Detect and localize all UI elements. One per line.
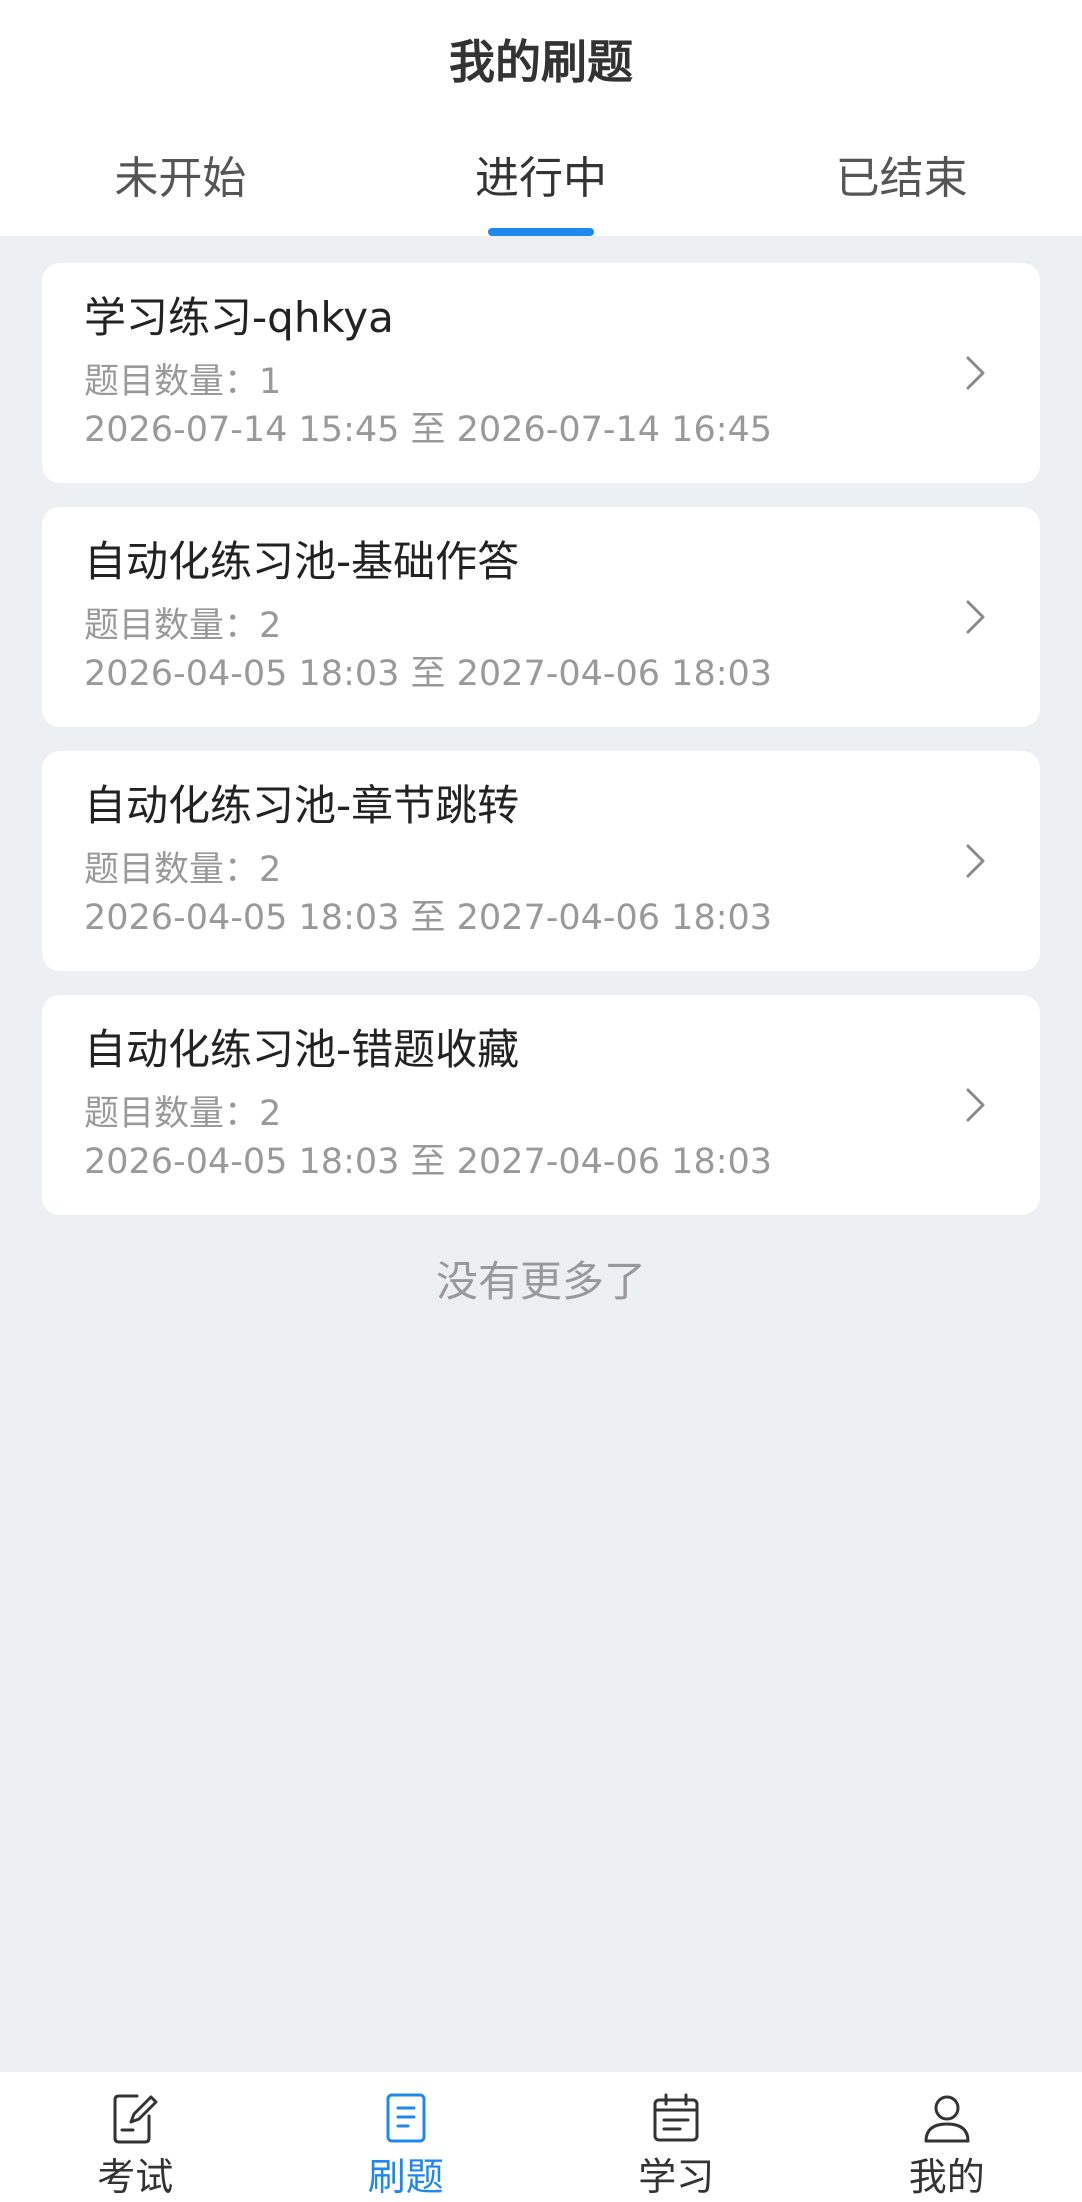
chevron-right-icon: [966, 356, 985, 390]
no-more-text: 没有更多了: [435, 1257, 646, 1306]
tab-not-started[interactable]: 未开始: [0, 150, 361, 236]
practice-card[interactable]: 学习练习-qhkya 题目数量：1 2026-07-14 15:45 至 202…: [42, 263, 1040, 483]
question-count: 题目数量：2: [84, 1094, 282, 1134]
header: 我的刷题 未开始 进行中 已结束: [0, 0, 1082, 236]
time-range: 2026-04-05 18:03 至 2027-04-06 18:03: [84, 654, 773, 694]
tabbar-item-study[interactable]: 学习: [541, 2072, 812, 2202]
time-range: 2026-04-05 18:03 至 2027-04-06 18:03: [84, 1142, 773, 1182]
tabbar-item-practice[interactable]: 刷题: [271, 2072, 542, 2202]
practice-document-icon: [386, 2093, 426, 2143]
tab-label: 进行中: [475, 153, 607, 204]
practice-card[interactable]: 自动化练习池-基础作答 题目数量：2 2026-04-05 18:03 至 20…: [42, 507, 1040, 727]
chevron-right-icon: [966, 600, 985, 634]
question-count: 题目数量：1: [84, 362, 282, 402]
tabbar-label: 考试: [97, 2155, 174, 2199]
tabbar-item-mine[interactable]: 我的: [812, 2072, 1082, 2202]
active-tab-indicator: [488, 228, 594, 236]
tabbar-label: 我的: [908, 2155, 985, 2199]
study-calendar-icon: [653, 2093, 699, 2142]
practice-title: 自动化练习池-错题收藏: [84, 1025, 520, 1074]
tab-ended[interactable]: 已结束: [721, 150, 1082, 236]
status-tabs: 未开始 进行中 已结束: [0, 150, 1082, 236]
chevron-right-icon: [966, 1088, 985, 1122]
question-count: 题目数量：2: [84, 850, 282, 890]
tab-label: 未开始: [114, 153, 247, 204]
tabbar-label: 学习: [638, 2155, 715, 2199]
practice-card[interactable]: 自动化练习池-章节跳转 题目数量：2 2026-04-05 18:03 至 20…: [42, 751, 1040, 971]
profile-user-icon: [924, 2095, 970, 2143]
page-title: 我的刷题: [449, 35, 633, 89]
tab-in-progress[interactable]: 进行中: [361, 150, 722, 236]
bottom-tabbar: 考试 刷题 学习 我的: [0, 2072, 1082, 2202]
practice-title: 自动化练习池-章节跳转: [84, 781, 520, 830]
tabbar-item-exam[interactable]: 考试: [0, 2072, 271, 2202]
question-count: 题目数量：2: [84, 606, 282, 646]
practice-card[interactable]: 自动化练习池-错题收藏 题目数量：2 2026-04-05 18:03 至 20…: [42, 995, 1040, 1215]
time-range: 2026-07-14 15:45 至 2026-07-14 16:45: [84, 410, 773, 450]
tabbar-label: 刷题: [367, 2155, 444, 2199]
practice-title: 学习练习-qhkya: [84, 293, 394, 342]
exam-edit-icon: [113, 2094, 158, 2144]
practice-list: 学习练习-qhkya 题目数量：1 2026-07-14 15:45 至 202…: [42, 263, 1040, 1239]
chevron-right-icon: [966, 844, 985, 878]
tab-label: 已结束: [835, 153, 968, 204]
time-range: 2026-04-05 18:03 至 2027-04-06 18:03: [84, 898, 773, 938]
practice-title: 自动化练习池-基础作答: [84, 537, 520, 586]
